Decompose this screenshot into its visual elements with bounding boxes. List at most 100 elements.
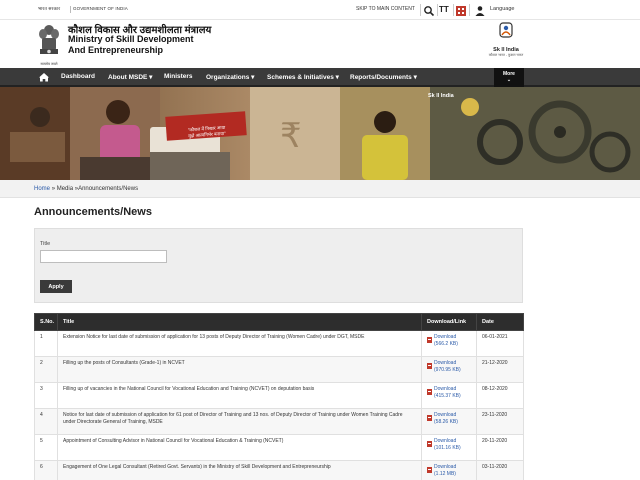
nav-item-dashboard[interactable]: Dashboard bbox=[61, 73, 95, 80]
row-download[interactable]: Download (970.95 KB) bbox=[421, 356, 477, 383]
download-link[interactable]: Download bbox=[434, 386, 456, 392]
row-title: Filling up the posts of Consultants (Gra… bbox=[57, 356, 422, 383]
row-date: 03-11-2020 bbox=[476, 460, 524, 480]
nav-item-label: Schemes & Initiatives bbox=[267, 74, 334, 81]
national-emblem-logo[interactable]: सत्यमेव जयते bbox=[36, 22, 62, 66]
banner-collage-illustration: ₹ bbox=[0, 87, 640, 180]
breadcrumb-trail: Home » Media »Announcements/News bbox=[34, 186, 138, 192]
ministry-title-line1: Ministry of Skill Development bbox=[68, 34, 194, 44]
language-icon[interactable] bbox=[474, 4, 486, 16]
announcements-table: S.No. Title Download/Link Date 1 Extensi… bbox=[34, 313, 524, 480]
hero-banner-image: ₹ "कौशल में निखार आया मुझे आत्मनिर्भर बन… bbox=[0, 87, 640, 180]
row-date: 20-11-2020 bbox=[476, 434, 524, 461]
divider bbox=[437, 4, 438, 16]
file-size: (1.12 MB) bbox=[434, 471, 456, 477]
download-link[interactable]: Download bbox=[434, 438, 456, 444]
chevron-down-icon: ▾ bbox=[335, 74, 339, 81]
chevron-down-icon: ▾ bbox=[251, 74, 255, 81]
ministry-title-english: Ministry of Skill Development And Entrep… bbox=[68, 34, 194, 56]
nav-item-label: Reports/Documents bbox=[350, 74, 412, 81]
page-title: Announcements/News bbox=[34, 206, 152, 218]
nav-item-about-msde[interactable]: About MSDE ▾ bbox=[108, 73, 152, 81]
table-row: 6 Engagement of One Legal Consultant (Re… bbox=[34, 460, 524, 480]
row-sno: 4 bbox=[34, 408, 58, 435]
download-link[interactable]: Download bbox=[434, 412, 456, 418]
pdf-icon bbox=[427, 363, 432, 369]
skill-india-mark-icon bbox=[499, 22, 513, 38]
row-date: 21-12-2020 bbox=[476, 356, 524, 383]
file-size: (58.26 KB) bbox=[434, 419, 458, 425]
gov-english-label: GOVERNMENT OF INDIA bbox=[73, 6, 128, 11]
table-row: 2 Filling up the posts of Consultants (G… bbox=[34, 356, 524, 383]
row-download[interactable]: Download (566.2 KB) bbox=[421, 330, 477, 357]
column-header-title: Title bbox=[57, 313, 422, 331]
skill-india-logo[interactable]: Sk ll India कौशल भारत - कुशल भारत bbox=[486, 22, 526, 64]
gov-hindi-label: भारत सरकार bbox=[38, 6, 61, 11]
download-link[interactable]: Download bbox=[434, 464, 456, 470]
divider bbox=[453, 4, 454, 16]
download-link[interactable]: Download bbox=[434, 360, 456, 366]
nav-item-label: About MSDE bbox=[108, 74, 148, 81]
chevron-down-icon: ▾ bbox=[149, 74, 153, 81]
title-filter-label: Title bbox=[40, 241, 51, 247]
row-title: Filling up of vacancies in the National … bbox=[57, 382, 422, 409]
row-sno: 1 bbox=[34, 330, 58, 357]
main-navigation: Dashboard About MSDE ▾ Ministers Organiz… bbox=[0, 68, 640, 87]
row-download[interactable]: Download (415.37 KB) bbox=[421, 382, 477, 409]
language-selector[interactable]: Language bbox=[490, 6, 514, 12]
skip-to-main-content-link[interactable]: SKIP TO MAIN CONTENT bbox=[356, 6, 415, 12]
nav-item-label: Organizations bbox=[206, 74, 250, 81]
home-icon[interactable] bbox=[36, 70, 52, 84]
column-header-date: Date bbox=[476, 313, 524, 331]
row-sno: 3 bbox=[34, 382, 58, 409]
row-sno: 5 bbox=[34, 434, 58, 461]
sitemap-icon[interactable] bbox=[455, 4, 467, 16]
pdf-icon bbox=[427, 441, 432, 447]
ministry-title-line2: And Entrepreneurship bbox=[68, 45, 164, 55]
table-header-row: S.No. Title Download/Link Date bbox=[34, 313, 524, 331]
breadcrumb-current: Announcements/News bbox=[78, 186, 139, 192]
search-icon[interactable] bbox=[423, 4, 435, 17]
column-header-sno: S.No. bbox=[34, 313, 58, 331]
title-filter-input[interactable] bbox=[40, 250, 167, 263]
skill-india-logo-subtext: कौशल भारत - कुशल भारत bbox=[488, 53, 524, 57]
row-title: Notice for last date of submission of ap… bbox=[57, 408, 422, 435]
table-row: 1 Extension Notice for last date of subm… bbox=[34, 330, 524, 357]
row-date: 06-01-2021 bbox=[476, 330, 524, 357]
banner-skill-india-logo: Sk ll India bbox=[428, 93, 454, 99]
breadcrumb-separator: » bbox=[51, 186, 56, 192]
row-download[interactable]: Download (101.16 KB) bbox=[421, 434, 477, 461]
text-size-icon[interactable]: TT bbox=[439, 4, 451, 16]
pdf-icon bbox=[427, 389, 432, 395]
row-download[interactable]: Download (1.12 MB) bbox=[421, 460, 477, 480]
divider bbox=[420, 4, 421, 16]
row-download[interactable]: Download (58.26 KB) bbox=[421, 408, 477, 435]
filter-panel: Title Apply bbox=[34, 228, 523, 303]
row-date: 23-11-2020 bbox=[476, 408, 524, 435]
chevron-down-icon: ▾ bbox=[413, 74, 417, 81]
chevron-down-icon: ⌄ bbox=[506, 77, 512, 83]
row-date: 08-12-2020 bbox=[476, 382, 524, 409]
pdf-icon bbox=[427, 337, 432, 343]
row-title: Extension Notice for last date of submis… bbox=[57, 330, 422, 357]
row-sno: 2 bbox=[34, 356, 58, 383]
file-size: (566.2 KB) bbox=[434, 341, 458, 347]
rupee-symbol: ₹ bbox=[280, 116, 302, 156]
nav-item-ministers[interactable]: Ministers bbox=[164, 73, 193, 80]
nav-item-schemes-initiatives[interactable]: Schemes & Initiatives ▾ bbox=[267, 73, 339, 81]
pdf-icon bbox=[427, 467, 432, 473]
nav-item-reports-documents[interactable]: Reports/Documents ▾ bbox=[350, 73, 417, 81]
table-row: 4 Notice for last date of submission of … bbox=[34, 408, 524, 435]
pdf-icon bbox=[427, 415, 432, 421]
table-row: 3 Filling up of vacancies in the Nationa… bbox=[34, 382, 524, 409]
nav-item-organizations[interactable]: Organizations ▾ bbox=[206, 73, 254, 81]
breadcrumb-media[interactable]: Media bbox=[57, 186, 73, 192]
more-menu-button[interactable]: More ⌄ bbox=[494, 68, 524, 87]
row-title: Appointment of Consulting Advisor in Nat… bbox=[57, 434, 422, 461]
breadcrumb-home-link[interactable]: Home bbox=[34, 186, 50, 192]
download-link[interactable]: Download bbox=[434, 334, 456, 340]
apply-button[interactable]: Apply bbox=[40, 280, 72, 293]
top-utility-bar: भारत सरकार GOVERNMENT OF INDIA SKIP TO M… bbox=[0, 0, 640, 20]
breadcrumb: Home » Media »Announcements/News bbox=[0, 180, 640, 198]
row-title: Engagement of One Legal Consultant (Reti… bbox=[57, 460, 422, 480]
